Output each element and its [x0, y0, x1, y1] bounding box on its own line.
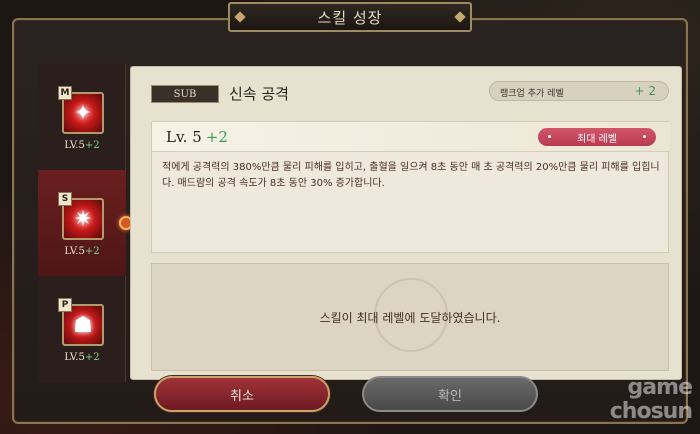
max-level-badge: 최대 레벨 [538, 128, 656, 146]
cancel-button[interactable]: 취소 [154, 376, 330, 412]
skill-slot-p[interactable]: ☗ P LV.5+2 [38, 276, 126, 382]
max-level-message-box: 스킬이 최대 레벨에 도달하였습니다. [151, 263, 669, 371]
skill-detail-panel: SUB 신속 공격 랭크업 추가 레벨 + 2 Lv. 5 +2 최대 레벨 적에… [130, 66, 682, 380]
level-header: Lv. 5 +2 최대 레벨 [152, 122, 670, 152]
watermark-logo: game chosun [609, 375, 693, 424]
window-title: 스킬 성장 [228, 2, 472, 32]
level-text: Lv. 5 +2 [166, 128, 228, 146]
sub-badge: SUB [151, 85, 219, 103]
skill-slot-s[interactable]: ✷ S LV.5+2 [38, 170, 126, 276]
max-level-message: 스킬이 최대 레벨에 도달하였습니다. [319, 310, 501, 325]
skill-type-badge: S [58, 192, 72, 206]
skill-level: LV.5+2 [64, 140, 100, 151]
skill-slot-m[interactable]: ✦ M LV.5+2 [38, 64, 126, 170]
skill-type-badge: P [58, 298, 72, 312]
rank-up-label: 랭크업 추가 레벨 [500, 89, 564, 99]
skill-list: ✦ M LV.5+2 ✷ S LV.5+2 ☗ P LV.5+2 [38, 64, 126, 382]
rank-up-value: + 2 [634, 84, 656, 98]
skill-type-badge: M [58, 86, 72, 100]
skill-description-box: Lv. 5 +2 최대 레벨 적에게 공격력의 380%만큼 물리 피해를 입히고… [151, 121, 670, 253]
rank-up-bonus: 랭크업 추가 레벨 + 2 [489, 81, 669, 101]
confirm-button[interactable]: 확인 [362, 376, 538, 412]
skill-level: LV.5+2 [64, 352, 100, 363]
skill-growth-window: ✦ M LV.5+2 ✷ S LV.5+2 ☗ P LV.5+2 SUB 신속 … [12, 18, 688, 424]
skill-level: LV.5+2 [64, 246, 100, 257]
skill-description: 적에게 공격력의 380%만큼 물리 피해를 입히고, 출혈을 일으켜 8초 동… [162, 162, 660, 189]
skill-name: 신속 공격 [229, 85, 289, 103]
